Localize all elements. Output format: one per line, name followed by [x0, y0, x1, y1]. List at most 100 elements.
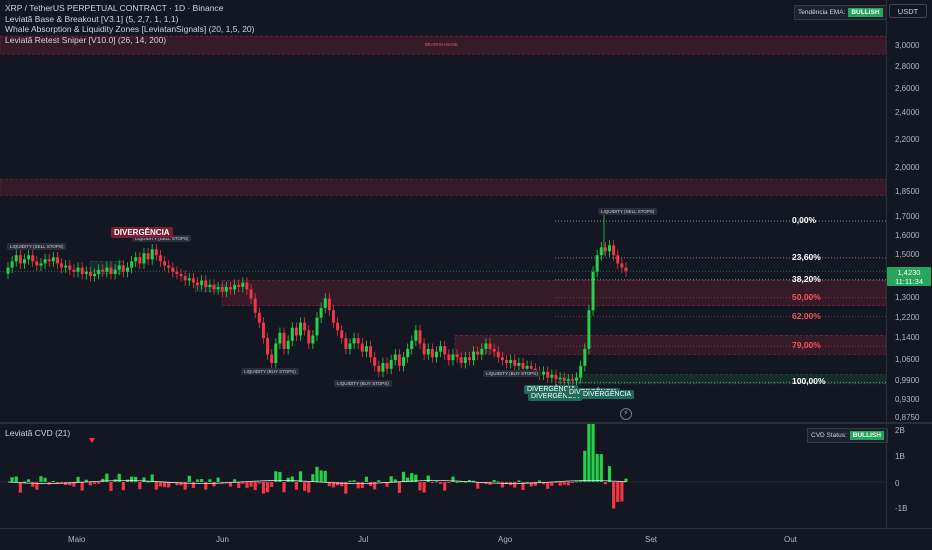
candle: [183, 270, 187, 286]
candle: [377, 360, 381, 378]
candle: [505, 354, 509, 369]
candle: [266, 332, 270, 360]
cvd-bar: [270, 482, 274, 487]
cvd-bar: [167, 482, 171, 488]
candle: [286, 335, 290, 355]
candle: [439, 340, 443, 358]
current-price-label: 1,4230 11:11:34: [887, 267, 931, 286]
candle: [154, 243, 158, 261]
candle: [369, 340, 373, 363]
candle: [171, 262, 175, 278]
candle: [620, 258, 624, 274]
candle: [447, 349, 451, 366]
cvd-title[interactable]: Leviatã CVD (21): [5, 428, 70, 438]
cvd-bar: [27, 479, 31, 482]
price-tick: 2,6000: [895, 84, 920, 94]
candle: [27, 249, 31, 265]
time-axis[interactable]: Maio Jun Jul Ago Set Out: [0, 528, 932, 550]
lightning-icon[interactable]: ⚡: [620, 408, 632, 420]
candle: [212, 279, 216, 295]
cvd-bar: [558, 482, 562, 486]
cvd-bar: [212, 482, 216, 487]
divergence-tag: DIVERGÊNCIA: [111, 227, 173, 238]
indicator-base-breakout[interactable]: Leviatã Base & Breakout [V3.1] (5, 2,7, …: [5, 14, 254, 25]
cvd-bar: [583, 450, 587, 482]
candle: [270, 349, 274, 369]
cvd-bar: [500, 482, 504, 488]
candle: [39, 258, 43, 271]
candle: [175, 266, 179, 280]
main-chart-pane[interactable]: [0, 0, 886, 422]
price-tick: 1,7000: [895, 212, 920, 222]
cvd-bar: [14, 476, 18, 482]
candle: [163, 255, 167, 271]
cvd-bar: [88, 482, 92, 486]
price-scale[interactable]: 3,0000 2,8000 2,6000 2,4000 2,2000 2,0000 1,85…: [886, 0, 932, 422]
candle: [6, 262, 10, 280]
cvd-bar: [492, 480, 496, 482]
candle: [422, 338, 426, 360]
candle: [509, 354, 513, 369]
cvd-bar: [298, 471, 303, 482]
candle: [138, 251, 142, 269]
price-tick: 2,0000: [895, 163, 920, 173]
candle: [393, 349, 397, 366]
cvd-bar: [455, 481, 459, 483]
cvd-bar: [187, 475, 191, 482]
cvd-bar: [76, 476, 80, 482]
symbol-title[interactable]: XRP / TetherUS PERPETUAL CONTRACT · 1D ·…: [5, 3, 254, 14]
cvd-bar: [364, 476, 369, 482]
candle: [591, 266, 595, 316]
cvd-scale[interactable]: 2B 1B 0 -1B: [886, 424, 932, 528]
candle: [150, 243, 154, 265]
cvd-bar: [397, 482, 401, 493]
candle: [146, 247, 150, 265]
cvd-bar: [130, 476, 134, 482]
cvd-bar: [566, 482, 570, 486]
fib-level-label: 79,00%: [792, 340, 821, 351]
indicator-whale-absorption[interactable]: Whale Absorption & Liquidity Zones [Levi…: [5, 24, 254, 35]
cvd-bar: [257, 482, 261, 484]
cvd-bar: [612, 482, 616, 509]
candle: [340, 324, 344, 344]
cvd-bar: [620, 482, 624, 502]
candle: [290, 322, 294, 347]
cvd-pane[interactable]: [0, 424, 886, 528]
bearish-base-label: BEARISH BASE: [425, 42, 459, 47]
candle: [130, 255, 134, 274]
cvd-bar: [517, 480, 521, 482]
cvd-bar: [546, 482, 550, 489]
candle: [352, 332, 356, 349]
fib-level-label: 23,60%: [792, 251, 821, 262]
candlestick-chart[interactable]: [0, 0, 886, 422]
candle: [434, 346, 438, 363]
cvd-bar: [195, 479, 200, 482]
cvd-bar: [307, 482, 311, 493]
candle: [311, 330, 315, 349]
cvd-bar: [261, 482, 266, 494]
candle: [410, 335, 414, 355]
cvd-bar: [439, 482, 443, 484]
candle: [31, 249, 35, 267]
candle: [142, 247, 146, 269]
candle: [60, 258, 64, 274]
indicator-retest-sniper[interactable]: Leviatã Retest Sniper [V10.0] (26, 14, 2…: [5, 35, 254, 46]
cvd-bar: [476, 482, 480, 489]
signal-marker-icon: [89, 438, 95, 443]
candle: [608, 239, 612, 257]
candle: [348, 338, 352, 355]
candle: [426, 343, 430, 360]
price-tick: 0,9900: [895, 375, 920, 385]
price-tick: 1,2200: [895, 312, 920, 322]
cvd-bar: [418, 482, 422, 491]
candle: [261, 317, 265, 344]
ema-trend-value: BULLISH: [848, 8, 883, 17]
cvd-status-box: CVD Status: BULLISH: [807, 428, 888, 443]
fib-level-label: 0,00%: [792, 215, 817, 226]
cvd-histogram[interactable]: [0, 424, 886, 528]
cvd-bar: [237, 482, 241, 489]
price-tick: 0,9300: [895, 394, 920, 404]
candle: [125, 262, 129, 278]
cvd-bar: [92, 482, 97, 484]
fib-level-label: 50,00%: [792, 291, 821, 302]
